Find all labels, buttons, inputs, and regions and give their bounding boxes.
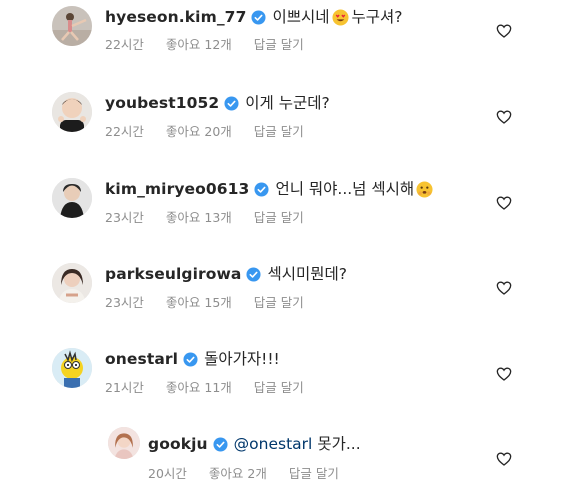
comment-text-after: 누구셔? — [351, 8, 403, 26]
comment-username[interactable]: onestarl — [105, 349, 178, 369]
comment-text: 섹시미뭔데? — [267, 265, 348, 283]
verified-badge-icon — [246, 266, 262, 282]
avatar[interactable] — [52, 263, 92, 303]
like-heart-icon[interactable] — [496, 195, 512, 211]
comment-username[interactable]: hyeseon.kim_77 — [105, 7, 246, 27]
comment-likes[interactable]: 좋아요 12개 — [166, 37, 232, 53]
comment-username[interactable]: parkseulgirowa — [105, 264, 241, 284]
avatar[interactable] — [52, 178, 92, 218]
comment-likes[interactable]: 좋아요 20개 — [166, 124, 232, 140]
avatar[interactable] — [108, 427, 140, 459]
like-heart-icon[interactable] — [496, 280, 512, 296]
comment-likes[interactable]: 좋아요 13개 — [166, 210, 232, 226]
reply-button[interactable]: 답글 달기 — [254, 124, 304, 140]
shushing-face-emoji-icon — [416, 180, 433, 198]
comment-likes[interactable]: 좋아요 11개 — [166, 380, 232, 396]
reply-button[interactable]: 답글 달기 — [254, 210, 304, 226]
reply-button[interactable]: 답글 달기 — [254, 37, 304, 53]
comment-username[interactable]: kim_miryeo0613 — [105, 179, 249, 199]
like-heart-icon[interactable] — [496, 109, 512, 125]
comment-time: 23시간 — [105, 295, 144, 310]
comment-time: 21시간 — [105, 380, 144, 395]
comment-likes[interactable]: 좋아요 15개 — [166, 295, 232, 311]
comment-text: 돌아가자!!! — [204, 350, 280, 368]
reply-button[interactable]: 답글 달기 — [254, 380, 304, 396]
comment-text: 이쁘시네 — [272, 8, 330, 26]
comment-username[interactable]: gookju — [148, 434, 208, 454]
comment-text: 언니 뭐야...넘 섹시해 — [275, 180, 415, 198]
reply-button[interactable]: 답글 달기 — [289, 466, 339, 482]
comment-time: 22시간 — [105, 37, 144, 52]
verified-badge-icon — [251, 9, 266, 25]
like-heart-icon[interactable] — [496, 366, 512, 382]
like-heart-icon[interactable] — [496, 451, 512, 467]
heart-eyes-emoji-icon — [331, 8, 349, 26]
comment-username[interactable]: youbest1052 — [105, 93, 219, 113]
comment-text: 못가... — [317, 435, 361, 453]
like-heart-icon[interactable] — [496, 23, 512, 39]
comment-time: 20시간 — [148, 466, 187, 481]
verified-badge-icon — [224, 95, 239, 111]
comment-text: 이게 누군데? — [245, 94, 330, 112]
avatar[interactable] — [52, 92, 92, 132]
verified-badge-icon — [254, 181, 269, 197]
comment-likes[interactable]: 좋아요 2개 — [209, 466, 267, 482]
comment-time: 23시간 — [105, 210, 144, 225]
reply-button[interactable]: 답글 달기 — [254, 295, 304, 311]
comment-time: 22시간 — [105, 124, 144, 139]
mention-link[interactable]: @onestarl — [234, 434, 313, 454]
avatar[interactable] — [52, 6, 92, 46]
verified-badge-icon — [213, 436, 228, 452]
avatar[interactable] — [52, 348, 92, 388]
verified-badge-icon — [183, 351, 198, 367]
